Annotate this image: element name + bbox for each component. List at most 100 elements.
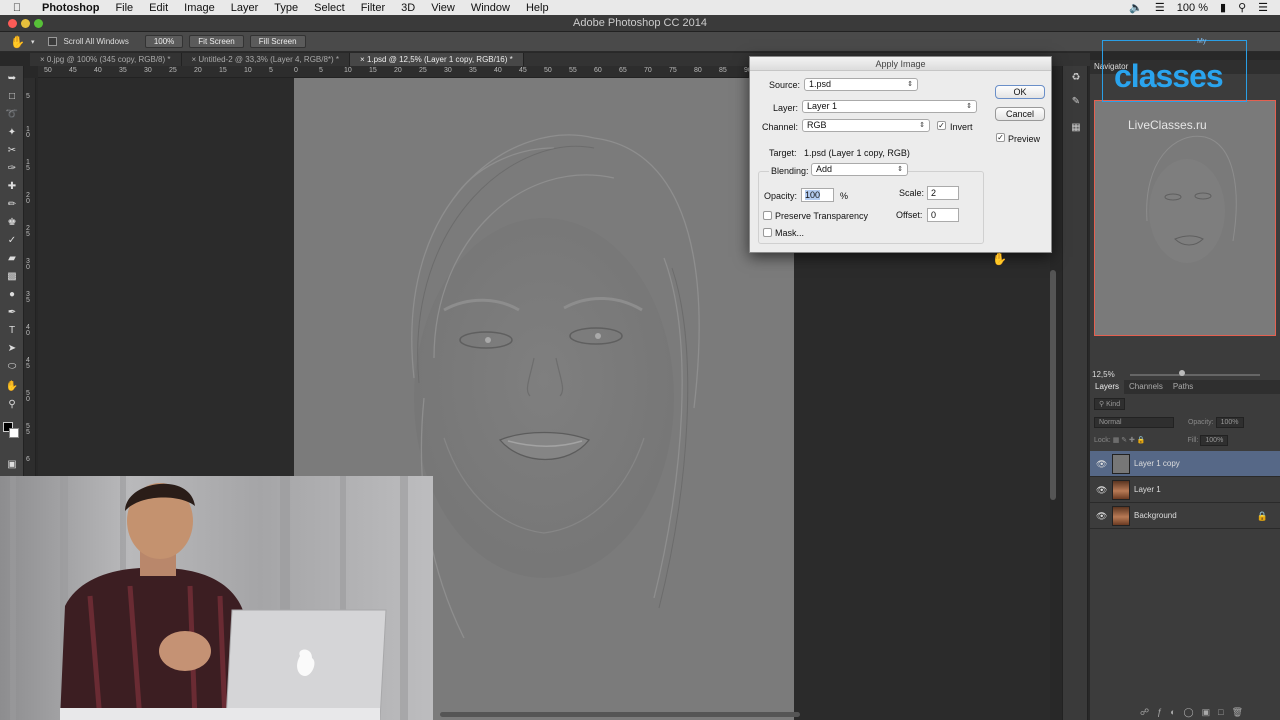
menu-select[interactable]: Select bbox=[306, 2, 353, 14]
navigator-zoom-value[interactable]: 12,5% bbox=[1092, 370, 1115, 379]
volume-icon[interactable]: 🔈 bbox=[1129, 1, 1143, 14]
menu-filter[interactable]: Filter bbox=[353, 2, 393, 14]
crop-tool-icon[interactable]: ✂ bbox=[5, 144, 19, 158]
quick-select-tool-icon[interactable]: ✦ bbox=[5, 126, 19, 140]
history-brush-tool-icon[interactable]: ✓ bbox=[5, 234, 19, 248]
menu-window[interactable]: Window bbox=[463, 2, 518, 14]
wifi-icon[interactable]: ☰ bbox=[1155, 1, 1165, 14]
close-window-button[interactable] bbox=[8, 19, 17, 28]
zoom-100-button[interactable]: 100% bbox=[144, 35, 184, 48]
dodge-tool-icon[interactable]: ● bbox=[5, 288, 19, 302]
layer-opacity-input[interactable]: 100% bbox=[1215, 417, 1244, 428]
layer-name[interactable]: Layer 1 copy bbox=[1134, 451, 1180, 477]
offset-input[interactable]: 0 bbox=[927, 208, 959, 222]
menu-view[interactable]: View bbox=[423, 2, 463, 14]
blend-mode-select[interactable]: Normal bbox=[1094, 417, 1174, 428]
brush-tool-icon[interactable]: ✏ bbox=[5, 198, 19, 212]
fit-screen-button[interactable]: Fit Screen bbox=[189, 35, 244, 48]
ok-button[interactable]: OK bbox=[995, 85, 1045, 99]
ruler-tick-label: 5 bbox=[269, 67, 273, 74]
menu-edit[interactable]: Edit bbox=[141, 2, 176, 14]
canvas-vertical-scrollbar[interactable] bbox=[1050, 270, 1056, 500]
tool-presets-icon[interactable]: ✎ bbox=[1069, 96, 1083, 110]
layers-footer-icons[interactable]: ☍ƒ◐◯▣□🗑 bbox=[1140, 707, 1251, 718]
layer-select[interactable]: Layer 1 ⇕ bbox=[802, 100, 977, 113]
menu-app[interactable]: Photoshop bbox=[34, 2, 107, 14]
menu-layer[interactable]: Layer bbox=[223, 2, 267, 14]
tab-close-icon[interactable]: × bbox=[40, 55, 47, 64]
clone-stamp-tool-icon[interactable]: ♚ bbox=[5, 216, 19, 230]
opacity-input[interactable]: 100 bbox=[801, 188, 834, 202]
menu-image[interactable]: Image bbox=[176, 2, 223, 14]
adjustments-panel-icon[interactable]: ▦ bbox=[1069, 122, 1083, 136]
cancel-button[interactable]: Cancel bbox=[995, 107, 1045, 121]
battery-status[interactable]: 100 % bbox=[1177, 2, 1208, 14]
menu-3d[interactable]: 3D bbox=[393, 2, 423, 14]
hand-tool-icon[interactable]: ✋ bbox=[5, 380, 19, 394]
type-tool-icon[interactable]: T bbox=[5, 324, 19, 338]
tool-preset-chevron-icon[interactable]: ▾ bbox=[31, 38, 35, 46]
navigator-zoom-slider[interactable] bbox=[1130, 374, 1260, 376]
source-select[interactable]: 1.psd ⇕ bbox=[804, 78, 918, 91]
scale-input[interactable]: 2 bbox=[927, 186, 959, 200]
tab-close-icon[interactable]: × bbox=[360, 55, 367, 64]
preview-label: Preview bbox=[1008, 134, 1041, 144]
layer-filter-select[interactable]: ⚲ Kind bbox=[1094, 398, 1126, 410]
channel-select[interactable]: RGB ⇕ bbox=[802, 119, 930, 132]
gradient-tool-icon[interactable]: ▩ bbox=[5, 270, 19, 284]
menu-help[interactable]: Help bbox=[518, 2, 557, 14]
ruler-tick-label: 70 bbox=[644, 67, 652, 74]
tab-layers[interactable]: Layers bbox=[1090, 380, 1125, 394]
tab-channels[interactable]: Channels bbox=[1124, 380, 1168, 394]
background-color-swatch[interactable] bbox=[9, 428, 19, 438]
scroll-all-windows-checkbox[interactable] bbox=[48, 37, 58, 46]
fill-screen-button[interactable]: Fill Screen bbox=[249, 35, 306, 48]
apple-icon[interactable]:  bbox=[0, 2, 34, 14]
healing-brush-tool-icon[interactable]: ✚ bbox=[5, 180, 19, 194]
pen-tool-icon[interactable]: ✒ bbox=[5, 306, 19, 320]
preview-checkbox[interactable]: ✓ bbox=[996, 133, 1005, 142]
visibility-eye-icon[interactable]: 👁 bbox=[1096, 477, 1107, 503]
tab-untitled-2[interactable]: × Untitled-2 @ 33,3% (Layer 4, RGB/8*) * bbox=[182, 53, 351, 66]
ellipse-tool-icon[interactable]: ⬭ bbox=[5, 360, 19, 374]
zoom-window-button[interactable] bbox=[34, 19, 43, 28]
eyedropper-tool-icon[interactable]: ✑ bbox=[5, 162, 19, 176]
minimize-window-button[interactable] bbox=[21, 19, 30, 28]
layer-name[interactable]: Layer 1 bbox=[1134, 477, 1161, 503]
preserve-transparency-checkbox[interactable] bbox=[763, 211, 772, 220]
visibility-eye-icon[interactable]: 👁 bbox=[1096, 503, 1107, 529]
ruler-tick-label: 25 bbox=[419, 67, 427, 74]
spotlight-search-icon[interactable]: ⚲ bbox=[1238, 1, 1246, 14]
navigator-zoom-slider-handle[interactable] bbox=[1179, 370, 1185, 376]
layer-row-background[interactable]: 👁 Background 🔒 bbox=[1090, 503, 1280, 529]
ruler-tick-label: 35 bbox=[119, 67, 127, 74]
lock-pixels-icon[interactable]: ▦ ✎ ✚ 🔒 bbox=[1113, 437, 1146, 444]
layer-row-layer-1-copy[interactable]: 👁 Layer 1 copy bbox=[1090, 451, 1280, 477]
tab-paths[interactable]: Paths bbox=[1168, 380, 1198, 394]
layer-name[interactable]: Background bbox=[1134, 503, 1177, 529]
lasso-tool-icon[interactable]: ➰ bbox=[5, 108, 19, 122]
history-panel-icon[interactable]: ♻ bbox=[1069, 72, 1083, 86]
ruler-tick-label: 10 bbox=[244, 67, 252, 74]
layer-row-layer-1[interactable]: 👁 Layer 1 bbox=[1090, 477, 1280, 503]
fill-input[interactable]: 100% bbox=[1200, 435, 1229, 446]
quick-mask-icon[interactable]: ▣ bbox=[5, 458, 19, 472]
tab-1-psd[interactable]: × 1.psd @ 12,5% (Layer 1 copy, RGB/16) * bbox=[350, 53, 524, 66]
ruler-tick-label: 30 bbox=[444, 67, 452, 74]
horizontal-ruler: 50 45 40 35 30 25 20 15 10 5 0 5 10 15 20 25 30 35 40 45 50 5… bbox=[38, 66, 752, 78]
move-tool-icon[interactable]: ➥ bbox=[5, 72, 19, 86]
tab-0-jpg[interactable]: × 0.jpg @ 100% (345 copy, RGB/8) * bbox=[30, 53, 182, 66]
path-selection-tool-icon[interactable]: ➤ bbox=[5, 342, 19, 356]
eraser-tool-icon[interactable]: ▰ bbox=[5, 252, 19, 266]
blending-select[interactable]: Add ⇕ bbox=[811, 163, 908, 176]
marquee-tool-icon[interactable]: □ bbox=[5, 90, 19, 104]
ruler-tick-label: 5 bbox=[319, 67, 323, 74]
mask-checkbox[interactable] bbox=[763, 228, 772, 237]
menu-type[interactable]: Type bbox=[266, 2, 306, 14]
menu-file[interactable]: File bbox=[107, 2, 141, 14]
visibility-eye-icon[interactable]: 👁 bbox=[1096, 451, 1107, 477]
invert-checkbox[interactable]: ✓ bbox=[937, 121, 946, 130]
notification-center-icon[interactable]: ☰ bbox=[1258, 1, 1268, 14]
canvas-horizontal-scrollbar[interactable] bbox=[440, 712, 800, 717]
zoom-tool-icon[interactable]: ⚲ bbox=[5, 398, 19, 412]
